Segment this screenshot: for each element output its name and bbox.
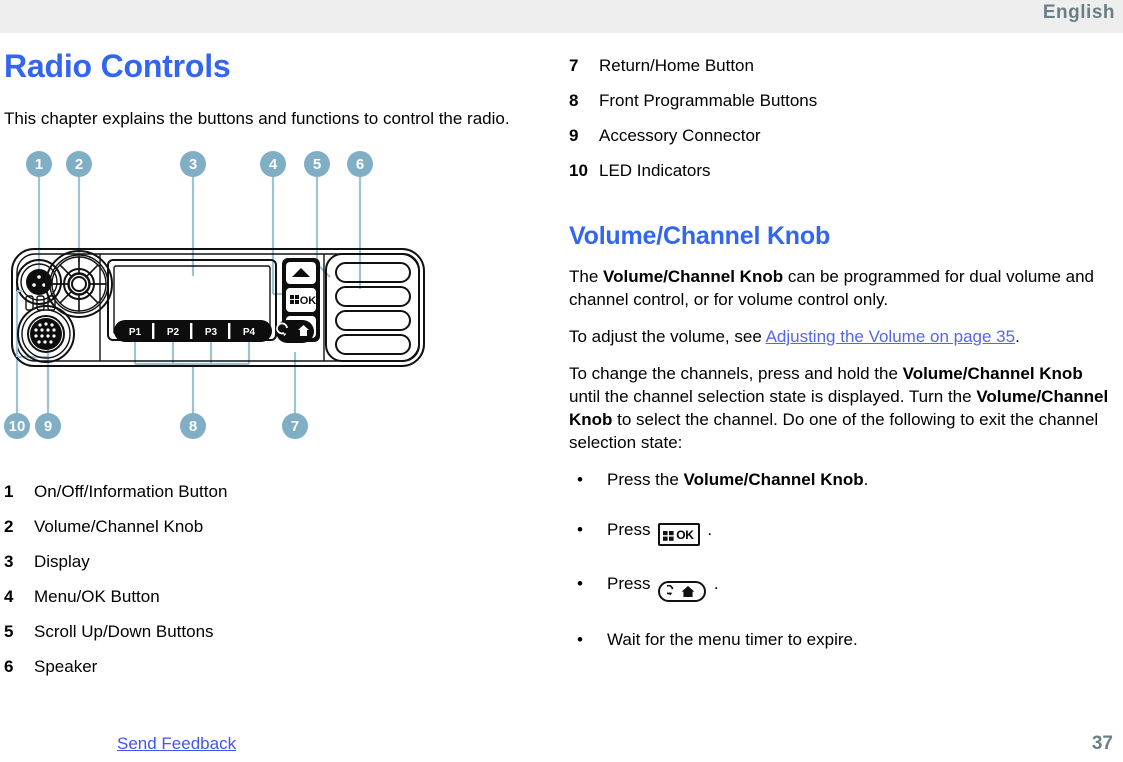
legend-item-2: 2 Volume/Channel Knob [4,509,534,544]
text-fragment: to select the channel. Do one of the fol… [569,410,1099,452]
legend-number: 7 [569,56,579,75]
page-footer: Send Feedback 37 [0,724,1123,762]
svg-text:8: 8 [189,418,197,435]
paragraph-knob-description: The Volume/Channel Knob can be programme… [569,265,1117,311]
legend-label: Volume/Channel Knob [34,517,204,536]
svg-text:7: 7 [291,418,299,435]
diagram-button-p3: P3 [205,327,218,338]
text-fragment: Press [607,520,656,539]
legend-number: 1 [4,482,14,501]
legend-label: Accessory Connector [599,126,761,145]
text-emphasis: Volume/Channel Knob [902,364,1083,383]
legend-number: 5 [4,622,14,641]
legend-number: 4 [4,587,14,606]
return-home-key-icon [658,581,707,603]
text-fragment: . [702,520,713,539]
intro-paragraph: This chapter explains the buttons and fu… [4,109,510,128]
right-column: 7 Return/Home Button 8 Front Programmabl… [569,48,1117,652]
left-column: Radio Controls This chapter explains the… [4,48,534,684]
diagram-button-p1: P1 [129,327,142,338]
legend-item-4: 4 Menu/OK Button [4,579,534,614]
svg-text:1: 1 [35,156,43,173]
legend-label: Display [34,552,90,571]
svg-text:9: 9 [44,418,52,435]
text-fragment: Press the [607,470,684,489]
text-fragment: Wait for the menu timer to expire. [607,630,858,650]
svg-text:4: 4 [269,156,278,173]
bullet-item-wait-menu-timer: • Wait for the menu timer to expire. [569,628,1117,652]
bullet-dot: • [577,470,583,489]
text-fragment: To adjust the volume, see [569,327,766,346]
section-title: Volume/Channel Knob [569,222,831,250]
menu-ok-key-icon: OK [658,523,700,546]
text-fragment: . [1015,327,1020,346]
legend-item-10: 10 LED Indicators [569,153,1117,188]
legend-label: Scroll Up/Down Buttons [34,622,214,641]
legend-item-6: 6 Speaker [4,649,534,684]
page-number: 37 [1091,733,1113,754]
bullet-dot: • [577,520,583,539]
legend-label: LED Indicators [599,161,711,180]
radio-front-diagram: .cl { stroke:#9fc3d4; stroke-width:2.2; … [4,144,534,474]
text-emphasis: Volume/Channel Knob [603,267,784,286]
svg-text:5: 5 [313,156,321,173]
ok-key-label: OK [676,528,694,542]
text-fragment: . [863,470,869,489]
legend-item-5: 5 Scroll Up/Down Buttons [4,614,534,649]
page-title: Radio Controls [4,48,231,84]
text-fragment: . [709,574,719,593]
text-fragment: The [569,267,604,286]
bullet-item-press-knob: • Press the Volume/Channel Knob. [569,468,1117,492]
bullet-dot: • [577,630,583,650]
legend-list-right: 7 Return/Home Button 8 Front Programmabl… [569,48,1117,188]
bullet-item-press-return-home: • Press . [569,572,1117,603]
page-header-band: English [0,0,1123,33]
legend-label: Return/Home Button [599,56,754,75]
document-page: English Radio Controls This chapter expl… [0,0,1123,762]
paragraph-adjust-volume: To adjust the volume, see Adjusting the … [569,325,1117,348]
diagram-ok-label: OK [300,295,317,307]
legend-number: 10 [569,161,588,180]
legend-number: 2 [4,517,14,536]
legend-number: 6 [4,657,14,676]
diagram-button-p4: P4 [243,327,256,338]
legend-number: 9 [569,126,579,145]
text-fragment: Press [607,574,656,593]
exit-channel-selection-bullets: • Press the Volume/Channel Knob. • Press… [569,468,1117,652]
text-fragment: until the channel selection state is dis… [569,387,977,406]
send-feedback-link[interactable]: Send Feedback [117,734,236,754]
svg-text:3: 3 [189,156,197,173]
bullet-dot: • [577,574,583,593]
legend-label: Menu/OK Button [34,587,160,606]
legend-number: 8 [569,91,579,110]
cross-reference-link-adjusting-volume[interactable]: Adjusting the Volume on page 35 [766,327,1016,346]
svg-text:6: 6 [356,156,364,173]
legend-label: On/Off/Information Button [34,482,228,501]
legend-item-8: 8 Front Programmable Buttons [569,83,1117,118]
legend-label: Front Programmable Buttons [599,91,818,110]
bullet-item-press-menu-ok: • Press OK . [569,518,1117,546]
legend-list-left: 1 On/Off/Information Button 2 Volume/Cha… [4,474,534,684]
svg-text:10: 10 [9,418,26,435]
legend-item-7: 7 Return/Home Button [569,48,1117,83]
svg-text:2: 2 [75,156,83,173]
text-fragment: To change the channels, press and hold t… [569,364,903,383]
grid-glyph-icon [663,527,674,541]
paragraph-change-channels: To change the channels, press and hold t… [569,362,1117,454]
diagram-button-p2: P2 [167,327,180,338]
text-emphasis: Volume/Channel Knob [683,470,864,489]
legend-item-9: 9 Accessory Connector [569,118,1117,153]
legend-label: Speaker [34,657,98,676]
legend-item-1: 1 On/Off/Information Button [4,474,534,509]
legend-item-3: 3 Display [4,544,534,579]
legend-number: 3 [4,552,14,571]
header-language-label: English [1042,2,1115,23]
